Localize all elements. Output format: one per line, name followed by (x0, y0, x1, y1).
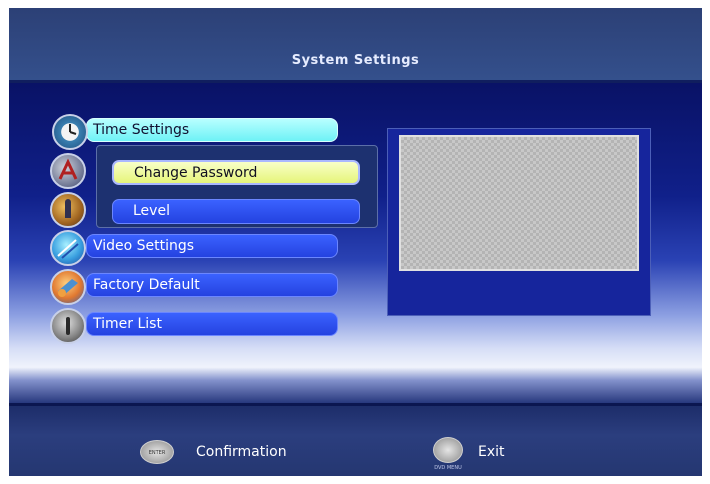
enter-button-text: ENTER (148, 450, 166, 456)
submenu-item-label: Level (133, 203, 170, 219)
password-icon (50, 153, 86, 189)
footer-bar (9, 403, 702, 476)
menu-item-label: Video Settings (93, 238, 195, 254)
submenu-item-change-password[interactable]: Change Password (112, 160, 360, 185)
menu-item-video-settings[interactable]: Video Settings (86, 234, 338, 258)
menu-item-label: Time Settings (93, 122, 190, 138)
menu-item-timer-list[interactable]: Timer List (86, 312, 338, 336)
menu-item-factory-default[interactable]: Factory Default (86, 273, 338, 297)
exit-label: Exit (478, 444, 505, 460)
level-icon (50, 192, 86, 228)
timer-icon (50, 308, 86, 344)
menu-item-label: Factory Default (93, 277, 200, 293)
dvd-menu-button-text: DVD MENU (434, 465, 462, 471)
clock-icon (52, 114, 88, 150)
title-bar: System Settings (9, 8, 702, 83)
submenu-item-level[interactable]: Level (112, 199, 360, 224)
submenu-item-label: Change Password (134, 165, 258, 181)
menu-item-label: Timer List (93, 316, 162, 332)
preview-area (399, 135, 639, 271)
video-icon (50, 230, 86, 266)
menu-item-time-settings[interactable]: Time Settings (86, 118, 338, 142)
page-title: System Settings (291, 53, 420, 68)
dvd-menu-button-icon[interactable] (433, 437, 463, 463)
confirmation-label: Confirmation (196, 444, 287, 460)
factory-default-icon (50, 269, 86, 305)
